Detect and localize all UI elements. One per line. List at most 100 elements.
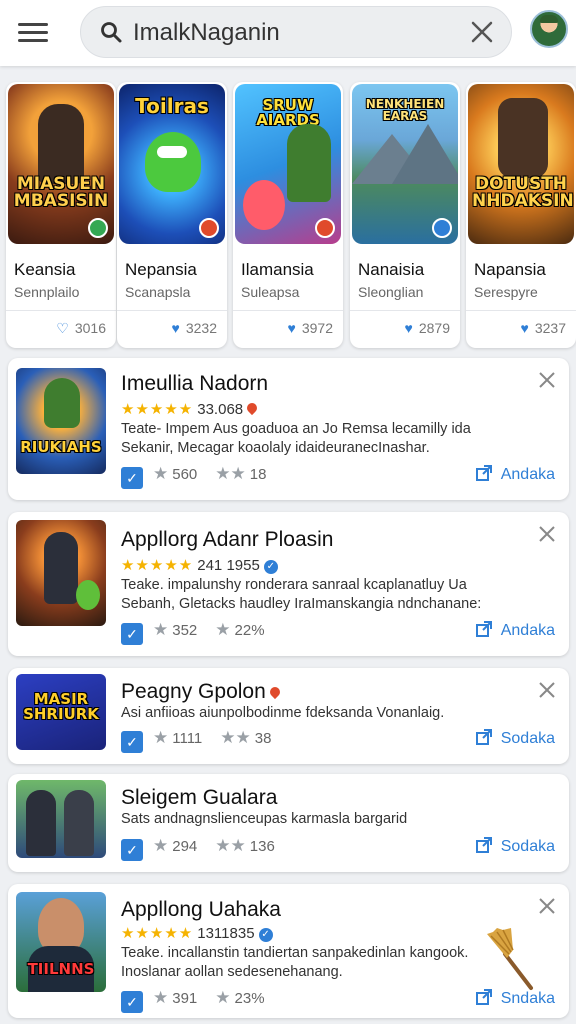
- star-icon: ★: [153, 988, 169, 1007]
- external-link-icon: [475, 837, 492, 853]
- external-link-icon: [475, 465, 492, 481]
- external-link-icon: [475, 729, 492, 745]
- heart-icon: ♥: [404, 320, 413, 336]
- like-count[interactable]: ♥ 3237: [521, 320, 566, 336]
- like-count[interactable]: ♡ 3016: [56, 320, 106, 337]
- app-title: Sleigem Gualara: [121, 786, 278, 809]
- star-icon: ★: [153, 620, 169, 639]
- star-icon: ★: [153, 836, 169, 855]
- meta-row: ✓ ★ 1111 ★★ 38: [121, 728, 271, 753]
- game-art: SRUW AIARDS: [235, 84, 341, 244]
- verified-icon: ✓: [258, 928, 273, 942]
- game-art-title: DOTUSTH NHDAKSIN: [472, 174, 574, 211]
- meta-row: ✓ ★ 560 ★★ 18: [121, 464, 266, 489]
- game-art-title: MIASUEN MBASISIN: [13, 174, 109, 211]
- list-item[interactable]: RIUKIAHS Imeullia Nadorn ★★★★★ 33.068 Tea…: [8, 358, 569, 500]
- featured-carousel: MIASUEN MBASISIN Keansia Sennplailo ♡ 301…: [0, 82, 576, 350]
- featured-card[interactable]: Toilras Nepansia Scanapsla ♥ 3232: [117, 82, 227, 348]
- game-art-title: Toilras: [135, 94, 209, 118]
- star-icon: ★: [153, 464, 169, 483]
- rating: ★★★★★ 241 1955 ✓: [121, 556, 278, 574]
- divider: [233, 310, 343, 311]
- hamburger-menu-icon[interactable]: [18, 18, 58, 48]
- divider: [6, 310, 116, 311]
- meta-row: ✓ ★ 352 ★ 22%: [121, 620, 265, 645]
- open-action[interactable]: Andaka: [475, 620, 555, 640]
- star-icon: ★: [215, 620, 231, 639]
- search-icon: [101, 22, 122, 43]
- like-count[interactable]: ♥ 3232: [172, 320, 217, 336]
- heart-icon: ♥: [287, 320, 296, 336]
- broom-icon: [487, 928, 533, 990]
- like-count[interactable]: ♥ 2879: [405, 320, 450, 336]
- checkbox[interactable]: ✓: [121, 991, 143, 1013]
- divider: [117, 310, 227, 311]
- divider: [466, 310, 576, 311]
- search-input[interactable]: [133, 17, 463, 49]
- checkbox[interactable]: ✓: [121, 731, 143, 753]
- star-rating: ★★★★★: [121, 401, 194, 418]
- close-icon[interactable]: [537, 896, 557, 916]
- thumbnail-title: MASIR SHRIURK: [23, 690, 99, 723]
- check-icon: [88, 218, 108, 238]
- featured-card[interactable]: SRUW AIARDS Ilamansia Suleapsa ♥ 3972: [233, 82, 343, 348]
- star-icon: ★★: [220, 728, 251, 747]
- app-description: Asi anfiioas aiunpolbodinme fdeksanda Vo…: [121, 705, 445, 721]
- featured-card[interactable]: MIASUEN MBASISIN Keansia Sennplailo ♡ 301…: [6, 82, 116, 348]
- heart-icon: ♥: [171, 320, 180, 336]
- rating-count: 33.068: [197, 401, 244, 418]
- badge-icon: [315, 218, 335, 238]
- pin-icon: [267, 684, 282, 700]
- checkbox[interactable]: ✓: [121, 839, 143, 861]
- app-description: Teake. incallanstin tandiertan sanpakedi…: [121, 945, 469, 980]
- top-bar: [0, 0, 576, 66]
- list-item[interactable]: Sleigem Gualara Sats andnagnslienceupas …: [8, 774, 569, 872]
- close-icon[interactable]: [537, 524, 557, 544]
- close-icon[interactable]: [537, 680, 557, 700]
- list-item[interactable]: MASIR SHRIURK Peagny Gpolon Asi anfiioas…: [8, 668, 569, 764]
- star-icon: ★: [153, 728, 169, 747]
- thumbnail-title: TIILNNS: [27, 960, 95, 978]
- game-art-title: NENKHEIEN EARAS: [365, 97, 445, 123]
- open-action[interactable]: Andaka: [475, 464, 555, 484]
- verified-icon: ✓: [263, 560, 278, 574]
- open-action[interactable]: Sodaka: [475, 728, 555, 748]
- game-art: NENKHEIEN EARAS: [352, 84, 458, 244]
- open-action[interactable]: Sndaka: [475, 988, 555, 1008]
- featured-card[interactable]: DOTUSTH NHDAKSIN Napansia Serespyre ♥ 323…: [466, 82, 576, 348]
- game-title: Napansia: [474, 260, 546, 279]
- game-thumbnail: TIILNNS: [16, 892, 106, 992]
- star-rating: ★★★★★: [121, 557, 194, 574]
- like-count[interactable]: ♥ 3972: [288, 320, 333, 336]
- meta-row: ✓ ★ 294 ★★ 136: [121, 836, 275, 861]
- game-art-title: SRUW AIARDS: [256, 96, 320, 129]
- heart-icon: ♥: [520, 320, 529, 336]
- rating: ★★★★★ 33.068: [121, 400, 260, 418]
- game-subtitle: Sleonglian: [358, 284, 424, 300]
- rating-count: 1311835: [197, 925, 255, 942]
- app-description: Teate- Impem Aus goaduoa an Jo Remsa lec…: [121, 421, 471, 456]
- star-icon: ★★: [215, 464, 246, 483]
- external-link-icon: [475, 989, 492, 1005]
- divider: [350, 310, 460, 311]
- game-subtitle: Suleapsa: [241, 284, 300, 300]
- game-title: Keansia: [14, 260, 76, 279]
- open-action[interactable]: Sodaka: [475, 836, 555, 856]
- checkbox[interactable]: ✓: [121, 467, 143, 489]
- checkbox[interactable]: ✓: [121, 623, 143, 645]
- list-item[interactable]: TIILNNS Appllong Uahaka ★★★★★ 1311835 ✓ Te…: [8, 884, 569, 1018]
- featured-card[interactable]: NENKHEIEN EARAS Nanaisia Sleonglian ♥ 287…: [350, 82, 460, 348]
- thumbnail-title: RIUKIAHS: [20, 438, 102, 456]
- avatar[interactable]: [530, 10, 568, 48]
- list-item[interactable]: Appllorg Adanr Ploasin ★★★★★ 241 1955 ✓ Te…: [8, 512, 569, 656]
- app-description: Sats andnagnslienceupas karmasla bargari…: [121, 811, 408, 827]
- close-icon[interactable]: [537, 370, 557, 390]
- external-link-icon: [475, 621, 492, 637]
- game-title: Nepansia: [125, 260, 197, 279]
- close-icon[interactable]: [469, 19, 495, 45]
- app-description: Teake. impalunshy ronderara sanraal kcap…: [121, 577, 482, 612]
- search-bar[interactable]: [80, 6, 512, 58]
- shield-icon: ♡: [56, 320, 69, 336]
- game-art: Toilras: [119, 84, 225, 244]
- game-title: Ilamansia: [241, 260, 314, 279]
